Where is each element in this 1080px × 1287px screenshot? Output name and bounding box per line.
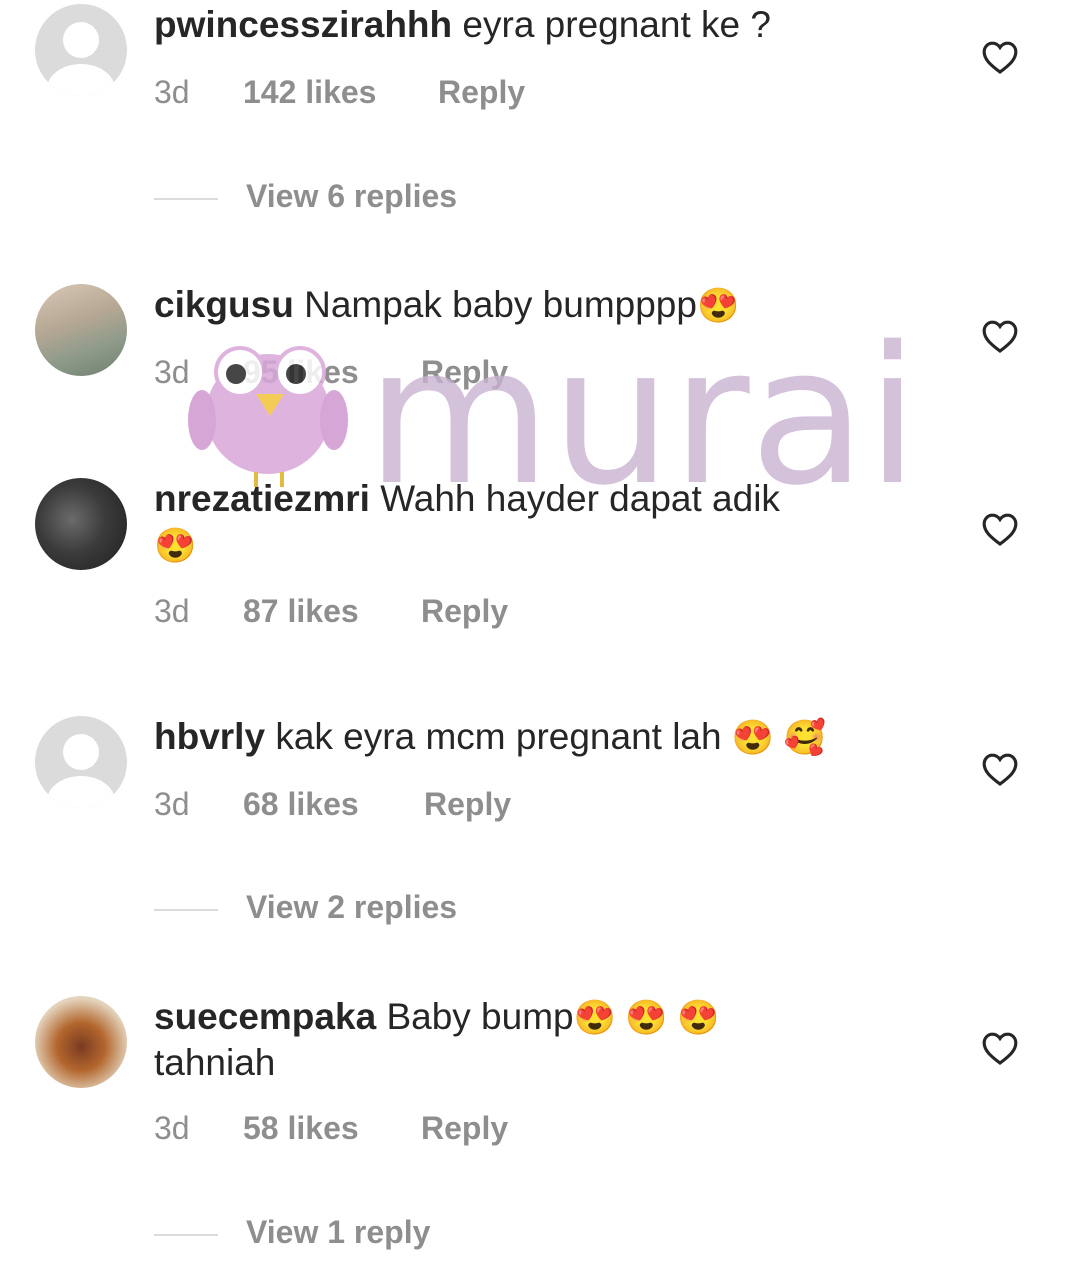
divider (154, 198, 218, 200)
heart-outline-icon[interactable] (981, 318, 1019, 354)
view-replies-label: View 6 replies (246, 178, 458, 214)
timestamp: 3d (154, 593, 190, 629)
timestamp: 3d (154, 74, 190, 110)
heart-outline-icon[interactable] (981, 39, 1019, 75)
emoji: 😍 (696, 287, 740, 325)
comment-text: hbvrly kak eyra mcm pregnant lah 😍 🥰 (154, 714, 826, 761)
default-avatar-icon[interactable] (35, 4, 127, 96)
comment-text: nrezatiezmri Wahh hayder dapat adik (154, 476, 780, 522)
heart-outline-icon[interactable] (981, 1030, 1019, 1066)
reply-button[interactable]: Reply (421, 354, 508, 391)
emoji: 😍 🥰 (731, 719, 826, 757)
default-avatar-icon[interactable] (35, 716, 127, 808)
timestamp: 3d (154, 1110, 190, 1146)
comment-emoji-line: 😍 (154, 522, 196, 569)
heart-outline-icon[interactable] (981, 511, 1019, 547)
comment-text-line-2: tahniah (154, 1040, 275, 1086)
heart-outline-icon[interactable] (981, 751, 1019, 787)
like-count[interactable]: 68 likes (243, 786, 359, 823)
avatar[interactable] (35, 996, 127, 1088)
view-replies-label: View 1 reply (246, 1214, 431, 1250)
username[interactable]: cikgusu (154, 284, 294, 325)
like-count[interactable]: 95 likes (243, 354, 359, 391)
divider (154, 1234, 218, 1236)
like-count[interactable]: 58 likes (243, 1110, 359, 1147)
comment-text: suecempaka Baby bump😍 😍 😍 (154, 994, 720, 1041)
comment-text: pwincesszirahhh eyra pregnant ke ? (154, 2, 771, 48)
view-replies-label: View 2 replies (246, 889, 458, 925)
username[interactable]: hbvrly (154, 716, 265, 757)
reply-button[interactable]: Reply (424, 786, 511, 823)
username[interactable]: nrezatiezmri (154, 478, 370, 519)
reply-button[interactable]: Reply (421, 593, 508, 630)
comment-body: kak eyra mcm pregnant lah (275, 716, 722, 757)
avatar[interactable] (35, 284, 127, 376)
username[interactable]: suecempaka (154, 996, 376, 1037)
comment-body-continued: tahniah (154, 1042, 276, 1083)
username[interactable]: pwincesszirahhh (154, 4, 452, 45)
murai-watermark-logo: murai (188, 322, 908, 492)
timestamp: 3d (154, 354, 190, 390)
divider (154, 909, 218, 911)
timestamp: 3d (154, 786, 190, 822)
comment-body: Nampak baby bumpppp (304, 284, 697, 325)
comment-body: eyra pregnant ke ? (462, 4, 771, 45)
like-count[interactable]: 87 likes (243, 593, 359, 630)
emoji: 😍 😍 😍 (573, 999, 720, 1037)
emoji: 😍 (154, 527, 197, 565)
svg-text:murai: murai (366, 322, 908, 492)
reply-button[interactable]: Reply (421, 1110, 508, 1147)
comment-text: cikgusu Nampak baby bumpppp😍 (154, 282, 739, 329)
avatar[interactable] (35, 478, 127, 570)
comment-body: Wahh hayder dapat adik (380, 478, 780, 519)
like-count[interactable]: 142 likes (243, 74, 376, 111)
comment-body: Baby bump (386, 996, 574, 1037)
reply-button[interactable]: Reply (438, 74, 525, 111)
